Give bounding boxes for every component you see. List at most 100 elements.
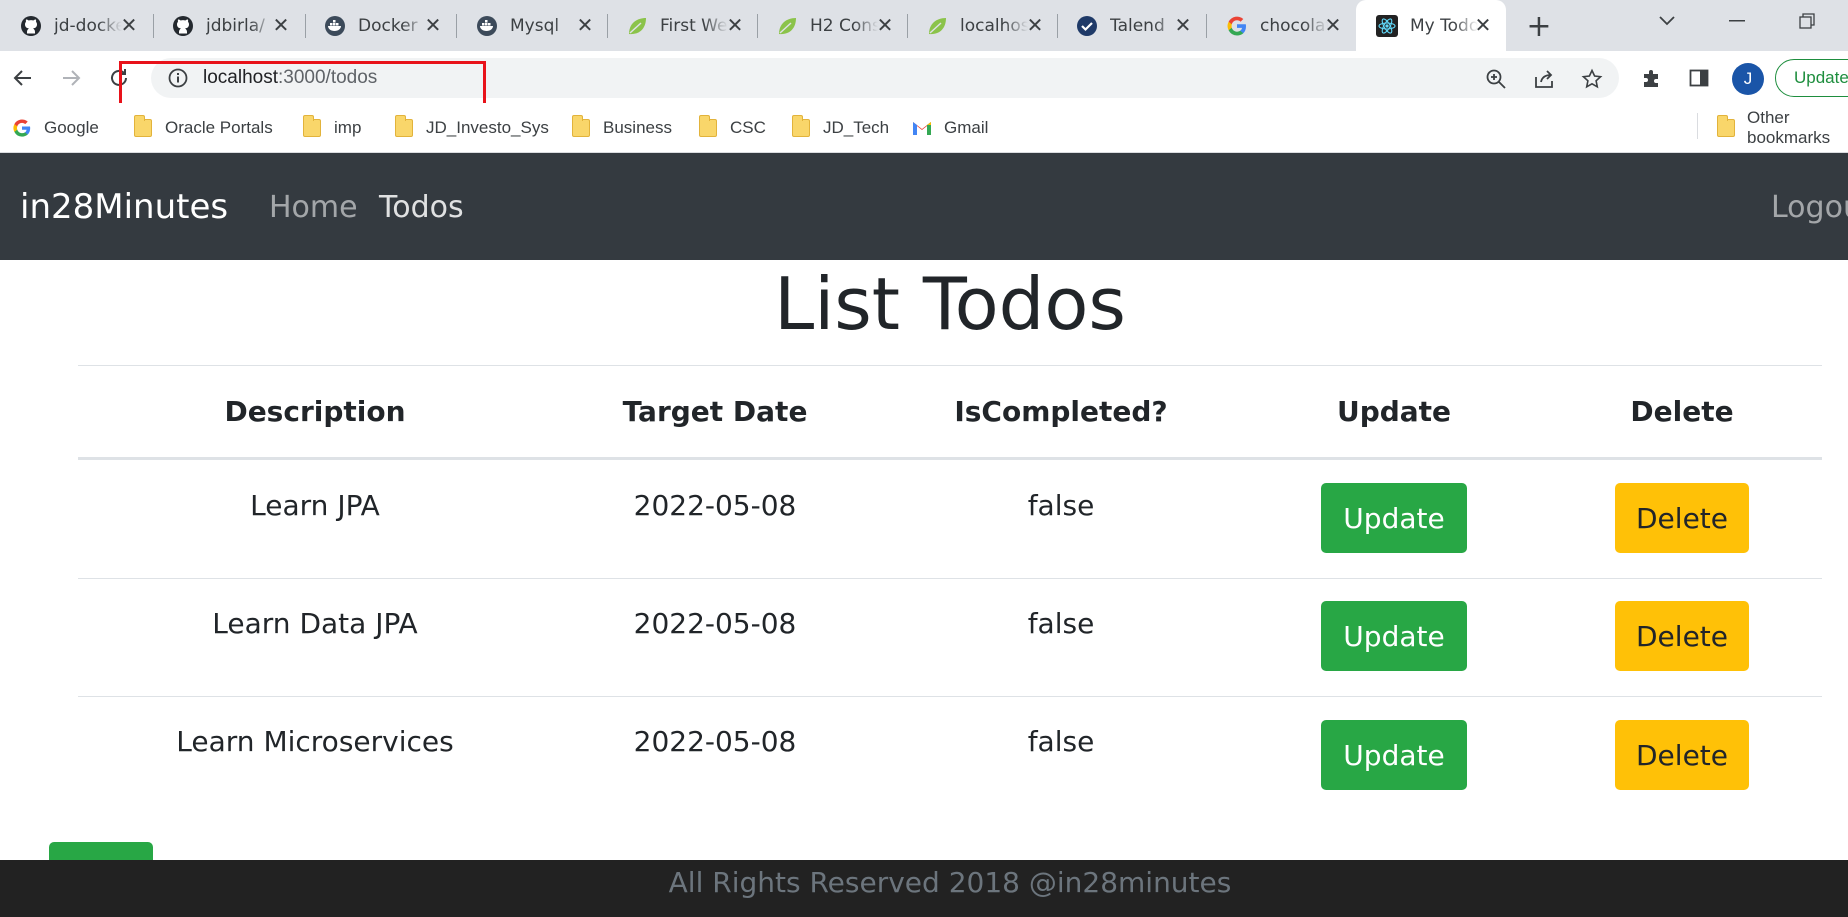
bookmark-folder[interactable]: JD_Tech [791,115,889,141]
nav-todos-link[interactable]: Todos [379,190,464,225]
bookmark-folder[interactable]: imp [302,115,361,141]
update-button[interactable]: Update [1321,601,1467,671]
tab-title: Mysql [510,15,560,36]
restore-icon[interactable] [1787,6,1827,36]
bookmark-label: CSC [730,118,766,137]
bookmarks-bar: Google Oracle Portals imp JD_Investo_Sys… [0,103,1848,153]
folder-icon [133,115,153,138]
browser-tab[interactable]: jd-docker ✕ [0,8,152,43]
tab-title: H2 Console [810,15,878,36]
bookmark-label: JD_Investo_Sys [426,118,549,137]
todo-target-date: 2022-05-08 [633,725,797,758]
extensions-puzzle-icon[interactable] [1640,66,1664,90]
new-tab-button[interactable]: + [1523,9,1555,44]
column-header-iscompleted: IsCompleted? [954,395,1168,428]
delete-button[interactable]: Delete [1615,720,1749,790]
side-panel-icon[interactable] [1687,66,1711,90]
tab-title: Docker [358,15,418,36]
close-icon[interactable]: ✕ [1472,14,1494,36]
tab-title: chocolatey [1260,15,1328,36]
delete-button[interactable]: Delete [1615,483,1749,553]
close-icon[interactable]: ✕ [724,14,746,36]
tab-title: localhost [960,15,1028,36]
spring-leaf-icon [776,15,798,37]
bookmark-label: imp [334,118,362,137]
tab-title: My Todo [1410,15,1478,36]
tab-title: jd-docker [54,15,122,36]
docker-icon [324,15,346,37]
bookmark-google[interactable]: Google [12,115,99,141]
page-title: List Todos [774,262,1126,346]
folder-icon [698,115,718,138]
delete-button[interactable]: Delete [1615,601,1749,671]
tab-title: jdbirla/ [206,15,265,36]
column-header-target-date: Target Date [622,395,808,428]
update-button[interactable]: Update [1321,720,1467,790]
browser-tab[interactable]: First Web ✕ [606,8,758,43]
browser-tab[interactable]: localhost ✕ [906,8,1058,43]
folder-icon [302,115,322,138]
todo-description: Learn Data JPA [212,607,418,640]
chrome-update-button[interactable]: Update [1775,59,1848,97]
close-icon[interactable]: ✕ [422,14,444,36]
browser-tab[interactable]: Mysql ✕ [456,8,608,43]
gmail-icon [912,118,932,138]
folder-icon [791,115,811,138]
bookmark-label: Google [44,118,99,137]
close-icon[interactable]: ✕ [1322,14,1344,36]
other-bookmarks[interactable]: Other bookmarks [1716,108,1848,147]
profile-avatar[interactable]: J [1732,63,1764,95]
close-icon[interactable]: ✕ [874,14,896,36]
todo-description: Learn Microservices [176,725,454,758]
update-button[interactable]: Update [1321,483,1467,553]
brand-link[interactable]: in28Minutes [20,187,228,227]
bookmark-label: Gmail [944,118,989,137]
close-icon[interactable]: ✕ [574,14,596,36]
folder-icon [571,115,591,138]
github-icon [20,15,42,37]
browser-tab[interactable]: chocolatey ✕ [1206,8,1356,43]
bookmark-folder[interactable]: JD_Investo_Sys [394,115,549,141]
app-footer: All Rights Reserved 2018 @in28minutes [0,860,1848,917]
docker-icon [476,15,498,37]
column-header-update: Update [1336,395,1452,428]
close-icon[interactable]: ✕ [1024,14,1046,36]
back-arrow-icon[interactable] [8,63,38,93]
close-icon[interactable]: ✕ [118,14,140,36]
google-icon [1226,15,1248,37]
bookmark-gmail[interactable]: Gmail [912,115,988,141]
google-icon [12,118,32,138]
bookmark-folder[interactable]: Oracle Portals [133,115,273,141]
browser-tab[interactable]: H2 Console ✕ [756,8,908,43]
folder-icon [1716,115,1735,138]
footer-text: All Rights Reserved 2018 @in28minutes [668,866,1232,899]
tab-title: First Web [660,15,728,36]
bookmark-star-icon[interactable] [1580,67,1604,91]
tab-search-icon[interactable] [1647,6,1687,36]
bookmark-label: JD_Tech [823,118,890,137]
logout-link[interactable]: Logout [1771,190,1848,225]
forward-arrow-icon[interactable] [56,63,86,93]
browser-tab[interactable]: Talend ✕ [1056,8,1206,43]
close-icon[interactable]: ✕ [270,14,292,36]
todo-completed: false [1027,725,1095,758]
nav-home-link[interactable]: Home [269,190,358,225]
zoom-icon[interactable] [1484,67,1508,91]
bookmark-folder[interactable]: CSC [698,115,766,141]
folder-icon [394,115,414,138]
minimize-icon[interactable] [1717,6,1757,36]
todo-description: Learn JPA [250,489,380,522]
bookmark-folder[interactable]: Business [571,115,672,141]
spring-leaf-icon [626,15,648,37]
browser-tab-active[interactable]: My Todo ✕ [1356,0,1506,51]
todo-target-date: 2022-05-08 [633,489,797,522]
tab-title: Talend [1110,15,1165,36]
react-icon [1376,14,1398,37]
column-header-description: Description [224,395,406,428]
close-icon[interactable]: ✕ [1172,14,1194,36]
browser-tab[interactable]: Docker ✕ [304,8,456,43]
browser-tab[interactable]: jdbirla/ ✕ [152,8,304,43]
browser-tab-strip: jd-docker ✕ jdbirla/ ✕ Docker ✕ Mysql ✕ … [0,0,1848,51]
column-header-delete: Delete [1630,395,1734,428]
share-icon[interactable] [1532,67,1556,91]
